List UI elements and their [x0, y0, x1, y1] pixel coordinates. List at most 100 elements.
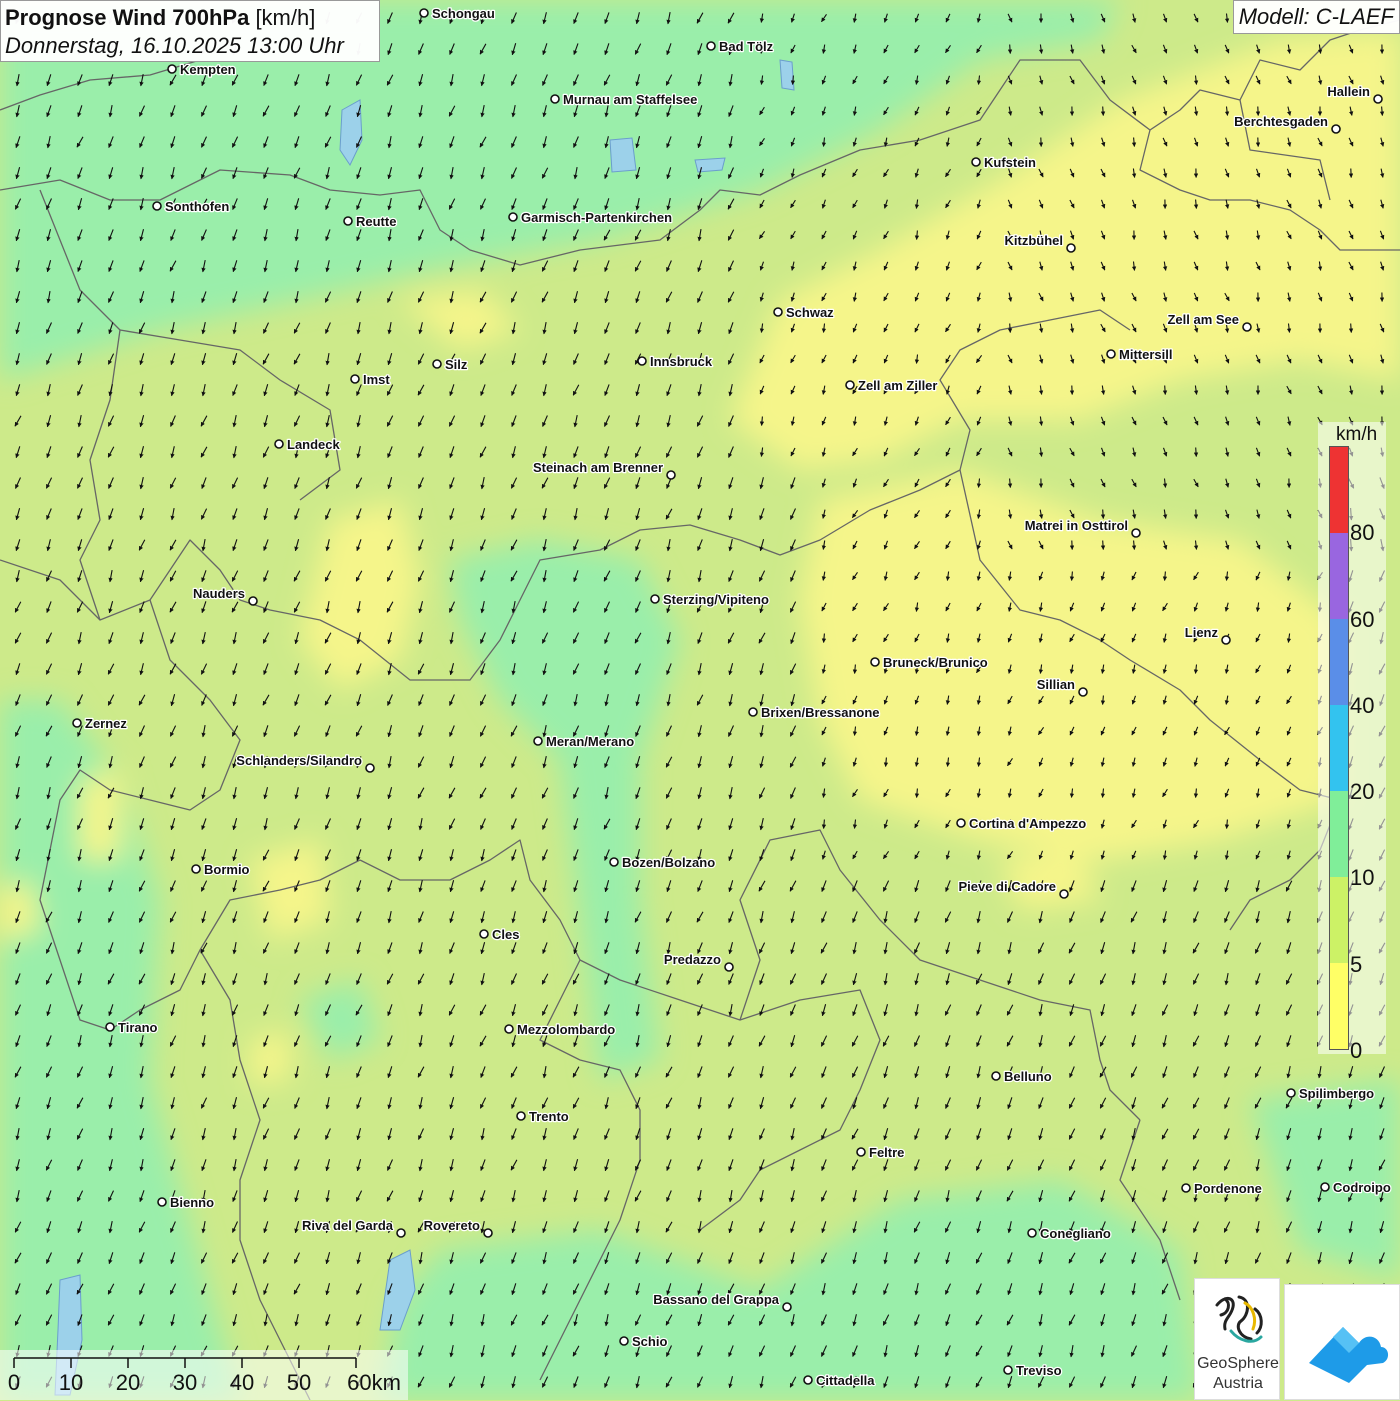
city-dot [1004, 1366, 1012, 1374]
city-label: Landeck [287, 437, 341, 452]
geosphere-logo-subtext: Austria [1195, 1375, 1281, 1393]
city-label: Kempten [180, 62, 236, 77]
scale-label: 50 [287, 1370, 311, 1396]
map-title-bold: Prognose Wind 700hPa [5, 5, 249, 30]
city-dot [667, 471, 675, 479]
city-dot [517, 1112, 525, 1120]
city-dot [774, 308, 782, 316]
legend-color-step [1330, 533, 1348, 619]
city-label: Bormio [204, 862, 250, 877]
city-dot [1067, 244, 1075, 252]
wind-arrow-icon [1196, 448, 1197, 457]
city-dot [857, 1148, 865, 1156]
city-dot [957, 819, 965, 827]
city-marker[interactable]: Cortina d'Ampezzo [957, 816, 1086, 831]
city-dot [1060, 890, 1068, 898]
city-marker[interactable]: Brixen/Bressanone [749, 705, 880, 720]
legend-tick-label: 0 [1350, 1038, 1362, 1064]
city-label: Bad Tölz [719, 39, 774, 54]
city-dot [972, 158, 980, 166]
scale-bar: 0 10 20 30 40 50 60km [0, 1350, 408, 1400]
city-marker[interactable]: Zell am Ziller [846, 378, 937, 393]
city-marker[interactable]: Mezzolombardo [505, 1022, 615, 1037]
city-dot [397, 1229, 405, 1237]
weather-app-logo[interactable] [1284, 1284, 1400, 1400]
model-label: Modell: C-LAEF [1233, 0, 1400, 34]
city-marker[interactable]: Garmisch-Partenkirchen [509, 210, 672, 225]
map-subtitle: Donnerstag, 16.10.2025 13:00 Uhr [5, 32, 375, 60]
color-legend: km/h 051020406080 [1318, 422, 1386, 1054]
city-label: Sonthofen [165, 199, 229, 214]
city-dot [1243, 323, 1251, 331]
city-marker[interactable]: Conegliano [1028, 1226, 1111, 1241]
city-dot [158, 1198, 166, 1206]
city-marker[interactable]: Bruneck/Brunico [871, 655, 988, 670]
city-marker[interactable]: Sterzing/Vipiteno [651, 592, 769, 607]
city-dot [846, 381, 854, 389]
city-marker[interactable]: Innsbruck [638, 354, 713, 369]
city-label: Pordenone [1194, 1181, 1262, 1196]
city-dot [1132, 529, 1140, 537]
city-dot [1079, 688, 1087, 696]
scale-label: 20 [116, 1370, 140, 1396]
city-label: Belluno [1004, 1069, 1052, 1084]
city-dot [725, 963, 733, 971]
scale-label: 40 [230, 1370, 254, 1396]
city-dot [638, 357, 646, 365]
city-label: Mezzolombardo [517, 1022, 615, 1037]
city-marker[interactable]: Spilimbergo [1287, 1086, 1374, 1101]
legend-color-step [1330, 447, 1348, 533]
city-label: Mittersill [1119, 347, 1172, 362]
map-title-unit: [km/h] [255, 5, 315, 30]
city-dot [1374, 95, 1382, 103]
wind-arrow-icon [1103, 107, 1104, 116]
city-label: Codroipo [1333, 1180, 1391, 1195]
geosphere-swirl-icon [1195, 1285, 1281, 1355]
legend-color-step [1330, 877, 1348, 963]
city-dot [620, 1337, 628, 1345]
city-dot [366, 764, 374, 772]
city-label: Schongau [432, 6, 495, 21]
city-label: Bienno [170, 1195, 214, 1210]
city-dot [106, 1023, 114, 1031]
scale-label: 0 [8, 1370, 20, 1396]
city-dot [433, 360, 441, 368]
city-label: Garmisch-Partenkirchen [521, 210, 672, 225]
city-label: Bruneck/Brunico [883, 655, 988, 670]
city-dot [651, 595, 659, 603]
city-dot [804, 1376, 812, 1384]
city-label: Murnau am Staffelsee [563, 92, 697, 107]
city-marker[interactable]: Murnau am Staffelsee [551, 92, 697, 107]
legend-color-step [1330, 791, 1348, 877]
city-dot [344, 217, 352, 225]
city-marker[interactable]: Meran/Merano [534, 734, 634, 749]
city-dot [73, 719, 81, 727]
city-marker[interactable]: Pordenone [1182, 1181, 1262, 1196]
city-dot [1107, 350, 1115, 358]
city-dot [749, 708, 757, 716]
city-label: Brixen/Bressanone [761, 705, 880, 720]
city-dot [509, 213, 517, 221]
city-dot [1332, 125, 1340, 133]
legend-tick-label: 40 [1350, 693, 1374, 719]
wind-forecast-map[interactable]: Schongau Kempten Bad Tölz Murnau am Staffel… [0, 0, 1400, 1400]
city-dot [1222, 636, 1230, 644]
geosphere-logo[interactable]: GeoSphere Austria [1194, 1278, 1280, 1400]
city-dot [249, 597, 257, 605]
city-dot [1321, 1183, 1329, 1191]
legend-color-step [1330, 963, 1348, 1049]
city-dot [1028, 1229, 1036, 1237]
city-label: Schwaz [786, 305, 834, 320]
scale-label: 10 [59, 1370, 83, 1396]
legend-tick-label: 60 [1350, 607, 1374, 633]
city-label: Trento [529, 1109, 569, 1124]
weather-app-cloud-icon [1285, 1285, 1400, 1401]
city-label: Pieve di Cadore [958, 879, 1056, 894]
city-marker[interactable]: Sonthofen [153, 199, 229, 214]
city-marker[interactable]: Bozen/Bolzano [610, 855, 715, 870]
city-marker[interactable]: Schongau [420, 6, 495, 21]
wind-arrow-icon [1103, 541, 1104, 550]
wind-arrow-icon [1010, 324, 1011, 333]
city-label: Kufstein [984, 155, 1036, 170]
city-label: Matrei in Osttirol [1025, 518, 1128, 533]
